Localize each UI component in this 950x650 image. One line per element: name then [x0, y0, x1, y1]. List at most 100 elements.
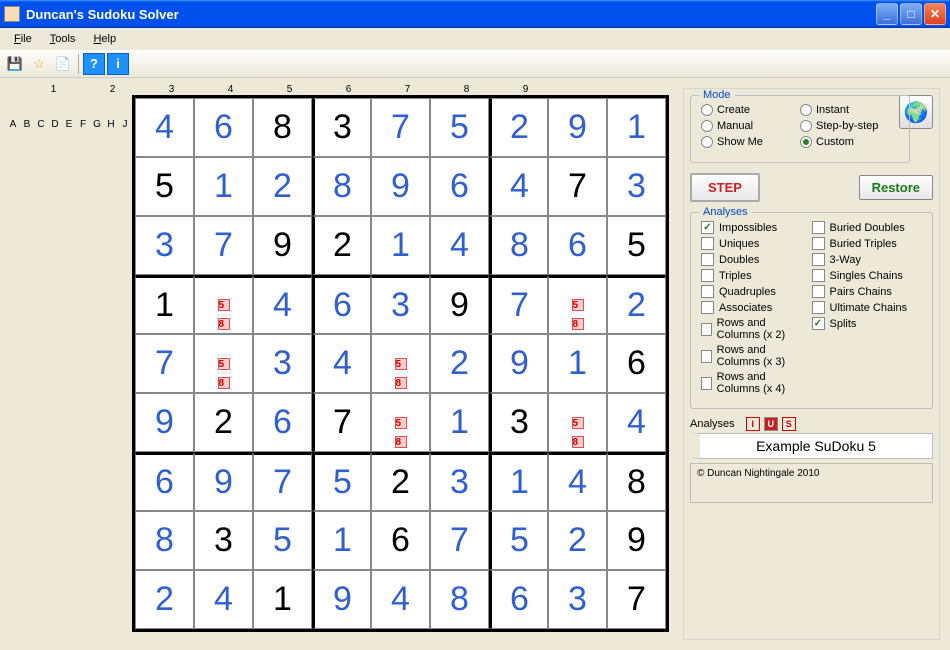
- analysis-ultimate-chains[interactable]: Ultimate Chains: [812, 301, 923, 314]
- sudoku-cell[interactable]: 4: [607, 393, 666, 452]
- sudoku-cell[interactable]: 7: [194, 216, 253, 275]
- mode-option-instant[interactable]: Instant: [800, 104, 899, 116]
- analysis-quadruples[interactable]: Quadruples: [701, 285, 812, 298]
- sudoku-cell[interactable]: 2: [253, 157, 312, 216]
- sudoku-cell[interactable]: 4: [194, 570, 253, 629]
- sudoku-cell[interactable]: 2: [135, 570, 194, 629]
- sudoku-cell[interactable]: 2: [194, 393, 253, 452]
- analysis-pairs-chains[interactable]: Pairs Chains: [812, 285, 923, 298]
- sudoku-cell[interactable]: 1: [430, 393, 489, 452]
- mode-option-create[interactable]: Create: [701, 104, 800, 116]
- sudoku-grid[interactable]: 4683752915128964733792148651584639758275…: [132, 95, 669, 632]
- save-icon[interactable]: 💾: [4, 53, 26, 75]
- menu-help[interactable]: Help: [85, 31, 124, 47]
- sudoku-cell[interactable]: 3: [312, 98, 371, 157]
- sudoku-cell[interactable]: 2: [548, 511, 607, 570]
- new-icon[interactable]: 📄: [52, 53, 74, 75]
- sudoku-cell[interactable]: 6: [607, 334, 666, 393]
- sudoku-cell[interactable]: 5: [607, 216, 666, 275]
- sudoku-cell[interactable]: 3: [548, 570, 607, 629]
- sudoku-cell[interactable]: 5: [489, 511, 548, 570]
- maximize-button[interactable]: □: [900, 3, 922, 25]
- analysis-uniques[interactable]: Uniques: [701, 237, 812, 250]
- analysis-rows-and-columns-x-2-[interactable]: Rows and Columns (x 2): [701, 317, 812, 341]
- sudoku-cell[interactable]: 1: [489, 452, 548, 511]
- star-icon[interactable]: ☆: [28, 53, 50, 75]
- sudoku-cell[interactable]: 6: [430, 157, 489, 216]
- sudoku-cell[interactable]: 4: [312, 334, 371, 393]
- sudoku-cell[interactable]: 2: [312, 216, 371, 275]
- menu-file[interactable]: File: [6, 31, 40, 47]
- sudoku-cell[interactable]: 6: [135, 452, 194, 511]
- sudoku-cell[interactable]: 58: [194, 275, 253, 334]
- sudoku-cell[interactable]: 8: [135, 511, 194, 570]
- sudoku-cell[interactable]: 3: [253, 334, 312, 393]
- sudoku-cell[interactable]: 6: [312, 275, 371, 334]
- sudoku-cell[interactable]: 4: [253, 275, 312, 334]
- minimize-button[interactable]: _: [876, 3, 898, 25]
- sudoku-cell[interactable]: 4: [489, 157, 548, 216]
- sudoku-cell[interactable]: 3: [607, 157, 666, 216]
- sudoku-cell[interactable]: 3: [194, 511, 253, 570]
- analysis-associates[interactable]: Associates: [701, 301, 812, 314]
- restore-button[interactable]: Restore: [859, 175, 933, 200]
- sudoku-cell[interactable]: 3: [371, 275, 430, 334]
- sudoku-cell[interactable]: 7: [430, 511, 489, 570]
- sudoku-cell[interactable]: 9: [253, 216, 312, 275]
- analysis-splits[interactable]: ✓Splits: [812, 317, 923, 330]
- sudoku-cell[interactable]: 9: [430, 275, 489, 334]
- sudoku-cell[interactable]: 4: [548, 452, 607, 511]
- analysis-3-way[interactable]: 3-Way: [812, 253, 923, 266]
- sudoku-cell[interactable]: 9: [548, 98, 607, 157]
- sudoku-cell[interactable]: 3: [489, 393, 548, 452]
- analysis-impossibles[interactable]: ✓Impossibles: [701, 221, 812, 234]
- sudoku-cell[interactable]: 7: [253, 452, 312, 511]
- mode-option-step-by-step[interactable]: Step-by-step: [800, 120, 899, 132]
- sudoku-cell[interactable]: 7: [312, 393, 371, 452]
- sudoku-cell[interactable]: 7: [607, 570, 666, 629]
- sudoku-cell[interactable]: 5: [135, 157, 194, 216]
- sudoku-cell[interactable]: 2: [489, 98, 548, 157]
- sudoku-cell[interactable]: 9: [489, 334, 548, 393]
- sudoku-cell[interactable]: 58: [194, 334, 253, 393]
- analysis-rows-and-columns-x-3-[interactable]: Rows and Columns (x 3): [701, 344, 812, 368]
- menu-tools[interactable]: Tools: [42, 31, 84, 47]
- sudoku-cell[interactable]: 6: [371, 511, 430, 570]
- analysis-doubles[interactable]: Doubles: [701, 253, 812, 266]
- analysis-buried-doubles[interactable]: Buried Doubles: [812, 221, 923, 234]
- info-icon[interactable]: i: [107, 53, 129, 75]
- sudoku-cell[interactable]: 1: [135, 275, 194, 334]
- sudoku-cell[interactable]: 7: [489, 275, 548, 334]
- sudoku-cell[interactable]: 9: [135, 393, 194, 452]
- sudoku-cell[interactable]: 7: [548, 157, 607, 216]
- sudoku-cell[interactable]: 1: [548, 334, 607, 393]
- sudoku-cell[interactable]: 8: [489, 216, 548, 275]
- sudoku-cell[interactable]: 5: [312, 452, 371, 511]
- sudoku-cell[interactable]: 8: [430, 570, 489, 629]
- sudoku-cell[interactable]: 1: [194, 157, 253, 216]
- sudoku-cell[interactable]: 6: [194, 98, 253, 157]
- sudoku-cell[interactable]: 7: [371, 98, 430, 157]
- sudoku-cell[interactable]: 5: [253, 511, 312, 570]
- mode-option-show-me[interactable]: Show Me: [701, 136, 800, 148]
- close-button[interactable]: ✕: [924, 3, 946, 25]
- sudoku-cell[interactable]: 1: [607, 98, 666, 157]
- sudoku-cell[interactable]: 58: [371, 334, 430, 393]
- sudoku-cell[interactable]: 5: [430, 98, 489, 157]
- mode-option-custom[interactable]: Custom: [800, 136, 899, 148]
- sudoku-cell[interactable]: 58: [371, 393, 430, 452]
- sudoku-cell[interactable]: 58: [548, 275, 607, 334]
- sudoku-cell[interactable]: 6: [548, 216, 607, 275]
- sudoku-cell[interactable]: 9: [312, 570, 371, 629]
- sudoku-cell[interactable]: 4: [371, 570, 430, 629]
- sudoku-cell[interactable]: 6: [253, 393, 312, 452]
- sudoku-cell[interactable]: 6: [489, 570, 548, 629]
- sudoku-cell[interactable]: 8: [607, 452, 666, 511]
- mode-option-manual[interactable]: Manual: [701, 120, 800, 132]
- sudoku-cell[interactable]: 2: [607, 275, 666, 334]
- step-button[interactable]: STEP: [690, 173, 760, 202]
- sudoku-cell[interactable]: 9: [194, 452, 253, 511]
- sudoku-cell[interactable]: 1: [253, 570, 312, 629]
- sudoku-cell[interactable]: 7: [135, 334, 194, 393]
- sudoku-cell[interactable]: 58: [548, 393, 607, 452]
